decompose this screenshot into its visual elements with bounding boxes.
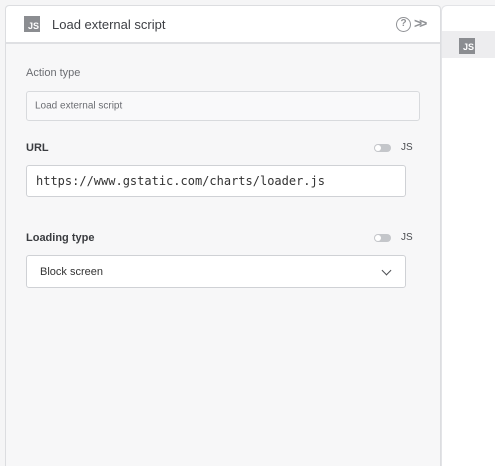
loading-type-select[interactable]: Block screen [26,255,406,288]
action-type-label: Action type [26,67,81,79]
chevron-down-icon [381,265,392,276]
js-icon: JS [459,38,475,54]
action-type-value: Load external script [35,100,123,112]
action-type-field: Load external script [26,91,420,121]
panel-title: Load external script [52,17,166,32]
expand-panel-icon[interactable]: >> [414,15,427,31]
url-js-toggle-label: JS [401,142,413,153]
panel-header: JS Load external script ? >> [6,6,440,44]
url-label: URL [26,142,49,154]
url-js-toggle[interactable] [374,144,391,152]
loading-type-js-toggle[interactable] [374,234,391,242]
loading-type-js-toggle-label: JS [401,232,413,243]
canvas-area: JS [441,5,495,466]
loading-type-label: Loading type [26,232,95,244]
app-stage: JS Load external script ? >> Action type… [0,0,495,466]
help-icon[interactable]: ? [396,17,411,32]
url-input-value: https://www.gstatic.com/charts/loader.js [36,174,325,188]
loading-type-selected: Block screen [40,265,103,278]
js-icon: JS [24,16,40,32]
inspector-panel: JS Load external script ? >> Action type… [5,5,441,466]
url-input[interactable]: https://www.gstatic.com/charts/loader.js [26,165,406,197]
